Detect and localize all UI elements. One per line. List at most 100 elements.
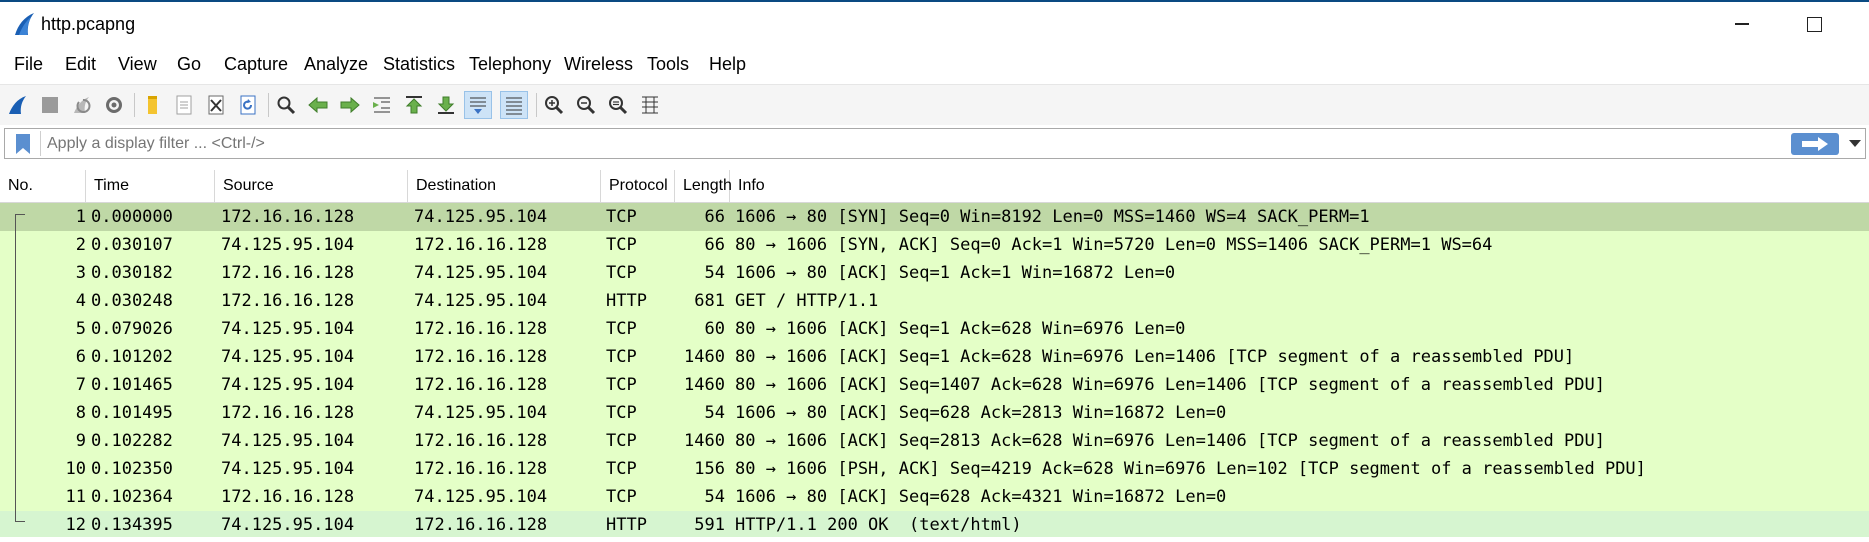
cell-source: 172.16.16.128 [221, 207, 355, 227]
go-forward-icon [340, 96, 360, 114]
column-header-source[interactable]: Source [215, 170, 408, 202]
menu-file[interactable]: File [14, 54, 43, 75]
column-header-info[interactable]: Info [730, 170, 1869, 202]
packet-row[interactable]: 8 0.101495 172.16.16.128 74.125.95.104 T… [0, 399, 1869, 427]
cell-destination: 74.125.95.104 [414, 207, 548, 227]
cell-time: 0.101465 [91, 375, 173, 395]
open-file-button[interactable] [138, 91, 166, 119]
bookmark-icon[interactable] [13, 133, 33, 155]
restart-capture-icon [74, 97, 91, 113]
menu-statistics[interactable]: Statistics [383, 54, 455, 75]
reload-file-button[interactable] [234, 91, 262, 119]
cell-destination: 172.16.16.128 [414, 515, 548, 535]
packet-row[interactable]: 3 0.030182 172.16.16.128 74.125.95.104 T… [0, 259, 1869, 287]
packet-row[interactable]: 7 0.101465 74.125.95.104 172.16.16.128 T… [0, 371, 1869, 399]
maximize-button[interactable] [1784, 4, 1844, 44]
cell-protocol: TCP [606, 263, 637, 283]
cell-length: 54 [704, 403, 725, 423]
display-filter-input[interactable] [47, 129, 1447, 158]
cell-length: 54 [704, 263, 725, 283]
menu-go[interactable]: Go [177, 54, 201, 75]
open-file-icon [148, 96, 157, 114]
cell-time: 0.101495 [91, 403, 173, 423]
shark-fin-start-icon [9, 96, 26, 114]
resize-columns-button[interactable] [636, 91, 664, 119]
cell-source: 172.16.16.128 [221, 403, 355, 423]
cell-protocol: TCP [606, 459, 637, 479]
cell-time: 0.030182 [91, 263, 173, 283]
close-file-button[interactable] [202, 91, 230, 119]
cell-destination: 74.125.95.104 [414, 263, 548, 283]
column-header-length[interactable]: Length [675, 170, 732, 202]
colorize-button[interactable] [500, 91, 528, 119]
cell-source: 74.125.95.104 [221, 431, 355, 451]
cell-protocol: TCP [606, 431, 637, 451]
first-packet-button[interactable] [400, 91, 428, 119]
go-back-button[interactable] [304, 91, 332, 119]
menu-edit[interactable]: Edit [65, 54, 96, 75]
column-header-no[interactable]: No. [0, 170, 86, 202]
go-to-packet-button[interactable] [368, 91, 396, 119]
restart-capture-button[interactable] [68, 91, 96, 119]
close-file-icon [208, 95, 224, 115]
go-back-icon [308, 96, 328, 114]
cell-time: 0.000000 [91, 207, 173, 227]
normal-size-button[interactable] [604, 91, 632, 119]
cell-info: HTTP/1.1 200 OK (text/html) [735, 515, 1022, 535]
packet-row[interactable]: 2 0.030107 74.125.95.104 172.16.16.128 T… [0, 231, 1869, 259]
minimize-button[interactable] [1712, 4, 1772, 44]
cell-no: 2 [75, 235, 86, 255]
cell-time: 0.030248 [91, 291, 173, 311]
column-header-destination[interactable]: Destination [408, 170, 601, 202]
display-filter-bar [0, 125, 1869, 163]
cell-time: 0.102282 [91, 431, 173, 451]
cell-protocol: TCP [606, 375, 637, 395]
column-header-time[interactable]: Time [86, 170, 215, 202]
find-packet-button[interactable] [272, 91, 300, 119]
cell-source: 74.125.95.104 [221, 347, 355, 367]
packet-list-header: No. Time Source Destination Protocol Len… [0, 170, 1869, 203]
zoom-out-button[interactable] [572, 91, 600, 119]
toolbar-separator [536, 93, 537, 117]
cell-info: 80 → 1606 [ACK] Seq=1407 Ack=628 Win=697… [735, 375, 1605, 395]
packet-row[interactable]: 6 0.101202 74.125.95.104 172.16.16.128 T… [0, 343, 1869, 371]
autoscroll-icon [470, 97, 486, 114]
packet-row[interactable]: 1 0.000000 172.16.16.128 74.125.95.104 T… [0, 203, 1869, 231]
go-forward-button[interactable] [336, 91, 364, 119]
menu-view[interactable]: View [118, 54, 157, 75]
packet-row[interactable]: 4 0.030248 172.16.16.128 74.125.95.104 H… [0, 287, 1869, 315]
packet-row[interactable]: 5 0.079026 74.125.95.104 172.16.16.128 T… [0, 315, 1869, 343]
packet-row[interactable]: 10 0.102350 74.125.95.104 172.16.16.128 … [0, 455, 1869, 483]
menu-help[interactable]: Help [709, 54, 746, 75]
main-toolbar [0, 84, 1869, 126]
cell-destination: 172.16.16.128 [414, 235, 548, 255]
packet-row[interactable]: 9 0.102282 74.125.95.104 172.16.16.128 T… [0, 427, 1869, 455]
menu-analyze[interactable]: Analyze [304, 54, 368, 75]
cell-info: GET / HTTP/1.1 [735, 291, 879, 311]
save-file-button[interactable] [170, 91, 198, 119]
cell-destination: 172.16.16.128 [414, 375, 548, 395]
cell-source: 74.125.95.104 [221, 319, 355, 339]
menu-capture[interactable]: Capture [224, 54, 288, 75]
menu-tools[interactable]: Tools [647, 54, 689, 75]
cell-no: 9 [75, 431, 86, 451]
start-capture-button[interactable] [4, 91, 32, 119]
capture-options-icon [106, 97, 122, 113]
stop-capture-button[interactable] [36, 91, 64, 119]
filter-history-dropdown[interactable] [1845, 134, 1865, 154]
column-header-protocol[interactable]: Protocol [601, 170, 675, 202]
packet-row[interactable]: 12 0.134395 74.125.95.104 172.16.16.128 … [0, 511, 1869, 539]
autoscroll-button[interactable] [464, 91, 492, 119]
apply-filter-button[interactable] [1791, 133, 1839, 155]
menu-wireless[interactable]: Wireless [564, 54, 633, 75]
cell-info: 80 → 1606 [PSH, ACK] Seq=4219 Ack=628 Wi… [735, 459, 1646, 479]
cell-time: 0.101202 [91, 347, 173, 367]
cell-length: 1460 [684, 431, 725, 451]
menu-telephony[interactable]: Telephony [469, 54, 551, 75]
zoom-in-button[interactable] [540, 91, 568, 119]
cell-time: 0.079026 [91, 319, 173, 339]
last-packet-button[interactable] [432, 91, 460, 119]
maximize-icon [1806, 16, 1822, 32]
packet-row[interactable]: 11 0.102364 172.16.16.128 74.125.95.104 … [0, 483, 1869, 511]
capture-options-button[interactable] [100, 91, 128, 119]
